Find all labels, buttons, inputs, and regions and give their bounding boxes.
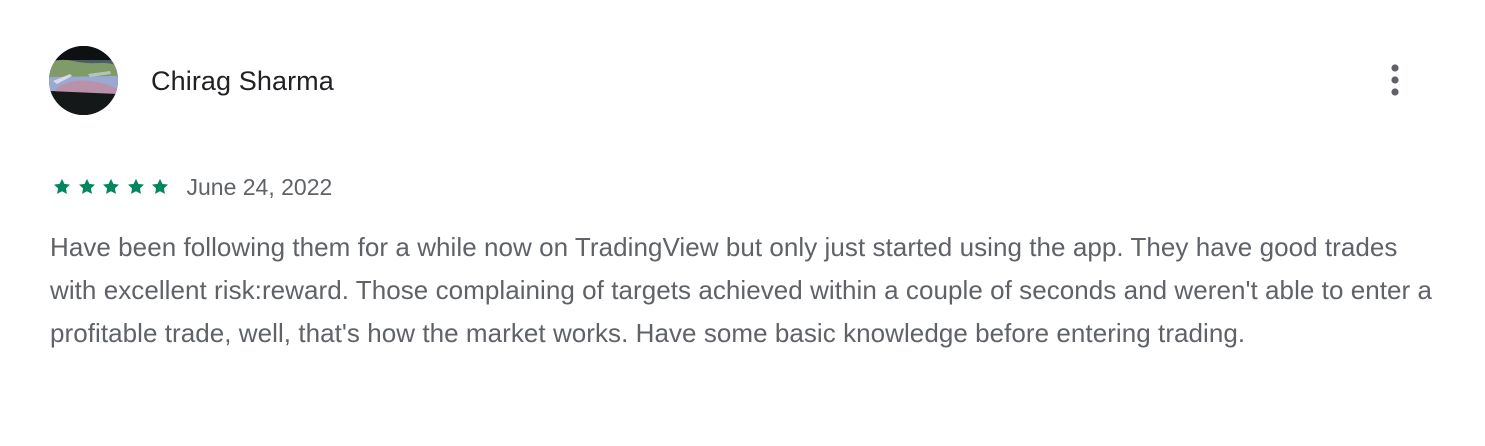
review-header: Chirag Sharma <box>49 46 1419 116</box>
star-icon <box>78 178 95 194</box>
avatar <box>49 46 118 115</box>
star-icon <box>152 178 168 194</box>
review-card: Chirag Sharma June 24, 2022 Have been fo… <box>0 0 1485 446</box>
star-icon <box>54 178 70 194</box>
review-text: Have been following them for a while now… <box>50 232 1433 348</box>
rating-row: June 24, 2022 <box>52 170 332 204</box>
reviewer-name: Chirag Sharma <box>151 66 334 96</box>
star-icon <box>127 178 144 194</box>
star-icon <box>103 178 119 194</box>
review-date: June 24, 2022 <box>186 174 333 200</box>
more-options-button[interactable] <box>1383 60 1407 100</box>
star-rating <box>52 170 175 204</box>
more-vertical-icon <box>1391 64 1399 96</box>
